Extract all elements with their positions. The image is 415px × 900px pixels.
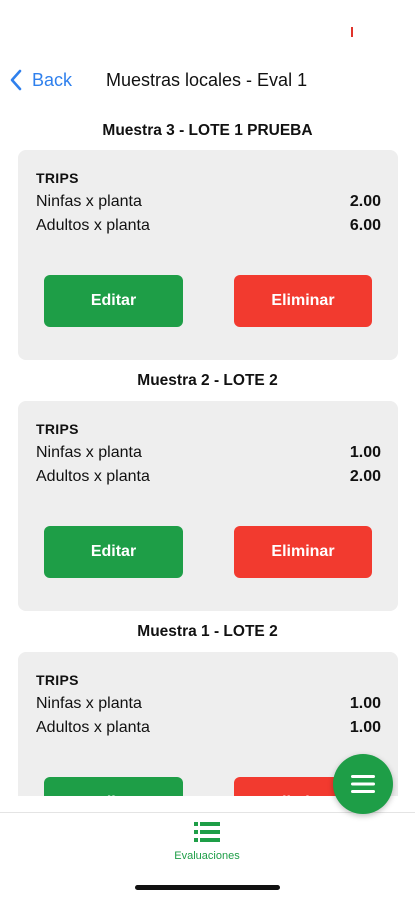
navigation-bar: Back Muestras locales - Eval 1 — [0, 62, 415, 98]
sample-section: Muestra 1 - LOTE 2 TRIPS Ninfas x planta… — [0, 621, 415, 796]
metric-label: Ninfas x planta — [36, 193, 142, 210]
sample-card: TRIPS Ninfas x planta 1.00 Adultos x pla… — [18, 401, 398, 611]
metric-value: 1.00 — [349, 444, 381, 461]
home-indicator — [135, 885, 280, 890]
edit-button[interactable]: Editar — [44, 777, 183, 796]
list-icon — [194, 822, 220, 842]
metric-value: 1.00 — [349, 719, 381, 736]
sample-title: Muestra 2 - LOTE 2 — [137, 372, 278, 389]
metric-label: Adultos x planta — [36, 468, 150, 485]
metric-value: 6.00 — [349, 217, 381, 234]
metric-row: Adultos x planta 6.00 — [36, 217, 381, 237]
metric-label: Ninfas x planta — [36, 695, 142, 712]
edit-button[interactable]: Editar — [44, 275, 183, 327]
pest-name: TRIPS — [36, 672, 79, 688]
sample-section: Muestra 2 - LOTE 2 TRIPS Ninfas x planta… — [0, 370, 415, 611]
edit-button[interactable]: Editar — [44, 526, 183, 578]
sample-title: Muestra 1 - LOTE 2 — [137, 623, 278, 640]
sample-section: Muestra 3 - LOTE 1 PRUEBA TRIPS Ninfas x… — [0, 120, 415, 360]
delete-button[interactable]: Eliminar — [234, 275, 372, 327]
metric-value: 2.00 — [349, 193, 381, 210]
metric-row: Ninfas x planta 1.00 — [36, 695, 381, 715]
back-button[interactable]: Back — [8, 68, 72, 92]
metric-row: Ninfas x planta 1.00 — [36, 444, 381, 464]
back-label: Back — [32, 69, 73, 90]
page-title: Muestras locales - Eval 1 — [106, 70, 308, 90]
metric-row: Adultos x planta 1.00 — [36, 719, 381, 739]
tab-evaluaciones[interactable]: Evaluaciones — [157, 821, 257, 865]
tab-label: Evaluaciones — [174, 850, 240, 862]
status-indicator — [351, 27, 353, 37]
sample-title: Muestra 3 - LOTE 1 PRUEBA — [102, 122, 313, 139]
pest-name: TRIPS — [36, 170, 79, 186]
sample-card: TRIPS Ninfas x planta 2.00 Adultos x pla… — [18, 150, 398, 360]
metric-value: 2.00 — [349, 468, 381, 485]
chevron-left-icon — [10, 69, 22, 91]
metric-label: Ninfas x planta — [36, 444, 142, 461]
metric-row: Ninfas x planta 2.00 — [36, 193, 381, 213]
pest-name: TRIPS — [36, 421, 79, 437]
metric-label: Adultos x planta — [36, 217, 150, 234]
metric-label: Adultos x planta — [36, 719, 150, 736]
menu-icon — [351, 775, 375, 793]
menu-fab-button[interactable] — [333, 754, 393, 814]
metric-value: 1.00 — [349, 695, 381, 712]
metric-row: Adultos x planta 2.00 — [36, 468, 381, 488]
delete-button[interactable]: Eliminar — [234, 526, 372, 578]
samples-list[interactable]: Muestra 3 - LOTE 1 PRUEBA TRIPS Ninfas x… — [0, 110, 415, 796]
